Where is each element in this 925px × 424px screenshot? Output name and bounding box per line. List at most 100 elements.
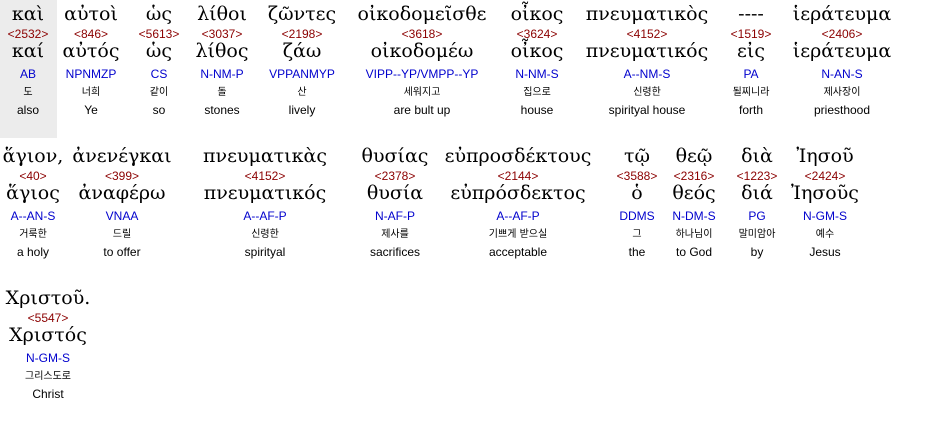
greek-word: οἰκοδομεῖσθε bbox=[357, 3, 487, 25]
english-gloss: a holy bbox=[16, 245, 50, 259]
korean-gloss: 같이 bbox=[149, 87, 169, 98]
lemma-word: εὐπρόσδεκτος bbox=[450, 182, 586, 204]
lemma-word: πνευματικός bbox=[203, 182, 327, 204]
english-gloss: house bbox=[520, 103, 554, 117]
korean-gloss: 제사장이 bbox=[823, 87, 861, 98]
morphology-code: NPNMZP bbox=[65, 67, 117, 81]
english-gloss: stones bbox=[204, 103, 240, 117]
lemma-word: θεός bbox=[672, 182, 716, 204]
verse-row: καὶ <2532> καί AB 도 also αὐτοὶ <846> αὐτός NPNMZP… bbox=[0, 0, 925, 140]
english-gloss: are bult up bbox=[393, 103, 451, 117]
strong-number: <846> bbox=[73, 27, 109, 41]
strong-number: <3037> bbox=[201, 27, 243, 41]
english-gloss: acceptable bbox=[488, 245, 548, 259]
korean-gloss: 그 bbox=[632, 229, 642, 240]
lemma-word: ὡς bbox=[145, 40, 173, 62]
morphology-code: PG bbox=[748, 209, 766, 223]
greek-word: εὐπροσδέκτους bbox=[444, 145, 592, 167]
english-gloss: by bbox=[750, 245, 764, 259]
morphology-code: DDMS bbox=[619, 209, 655, 223]
korean-gloss: 드릴 bbox=[112, 229, 132, 240]
strong-number: <4152> bbox=[244, 169, 286, 183]
greek-word: πνευματικὰς bbox=[203, 145, 327, 167]
korean-gloss: 예수 bbox=[815, 229, 835, 240]
strong-number: <2144> bbox=[497, 169, 539, 183]
strong-number: <1519> bbox=[730, 27, 772, 41]
greek-word: θυσίας bbox=[361, 145, 429, 167]
greek-word: ζῶντες bbox=[267, 3, 337, 25]
korean-gloss: 신령한 bbox=[251, 229, 279, 240]
greek-word: Χριστοῦ. bbox=[5, 287, 91, 309]
english-gloss: to offer bbox=[103, 245, 141, 259]
morphology-code: N-AN-S bbox=[821, 67, 863, 81]
lemma-word: οἶκος bbox=[510, 40, 564, 62]
english-gloss: Christ bbox=[32, 387, 64, 401]
lemma-word: καί bbox=[11, 40, 45, 62]
korean-gloss: 집으로 bbox=[523, 87, 551, 98]
korean-gloss: 제사를 bbox=[381, 229, 409, 240]
strong-number: <40> bbox=[19, 169, 47, 183]
lemma-word: ἅγιος bbox=[6, 182, 60, 204]
korean-gloss: 너희 bbox=[81, 87, 101, 98]
greek-word: ἱεράτευμα bbox=[792, 3, 892, 25]
english-gloss: lively bbox=[288, 103, 316, 117]
morphology-code: VNAA bbox=[105, 209, 139, 223]
korean-gloss: 될찌니라 bbox=[732, 87, 770, 98]
lemma-word: ὁ bbox=[631, 182, 643, 204]
greek-word: αὐτοὶ bbox=[64, 3, 118, 25]
korean-gloss: 신령한 bbox=[633, 87, 661, 98]
morphology-code: CS bbox=[150, 67, 168, 81]
greek-word: θεῷ bbox=[675, 145, 713, 167]
morphology-code: N-NM-P bbox=[200, 67, 244, 81]
greek-word: πνευματικὸς bbox=[585, 3, 709, 25]
greek-word: λίθοι bbox=[197, 3, 247, 25]
strong-number: <2406> bbox=[821, 27, 863, 41]
greek-word: οἶκος bbox=[510, 3, 564, 25]
greek-word: ὡς bbox=[145, 3, 173, 25]
korean-gloss: 돌 bbox=[217, 87, 227, 98]
korean-gloss: 거룩한 bbox=[19, 229, 47, 240]
verse-row: Χριστοῦ. <5547> Χριστός N-GM-S 그리스도로 Christ bbox=[0, 284, 925, 424]
lemma-word: ἱεράτευμα bbox=[792, 40, 892, 62]
morphology-code: A--NM-S bbox=[623, 67, 671, 81]
strong-number: <3588> bbox=[616, 169, 658, 183]
english-gloss: the bbox=[628, 245, 646, 259]
korean-gloss: 산 bbox=[297, 87, 307, 98]
english-gloss: spirityal house bbox=[608, 103, 686, 117]
korean-gloss: 세워지고 bbox=[403, 87, 441, 98]
greek-word: ---- bbox=[738, 3, 764, 25]
english-gloss: Jesus bbox=[809, 245, 841, 259]
lemma-word: αὐτός bbox=[62, 40, 120, 62]
strong-number: <5547> bbox=[27, 311, 69, 325]
korean-gloss: 그리스도로 bbox=[25, 371, 71, 382]
greek-word: καὶ bbox=[11, 3, 45, 25]
greek-word: διὰ bbox=[741, 145, 773, 167]
english-gloss: also bbox=[16, 103, 40, 117]
strong-number: <3618> bbox=[401, 27, 443, 41]
greek-word: ἀνενέγκαι bbox=[72, 145, 172, 167]
morphology-code: VIPP--YP/VMPP--YP bbox=[365, 67, 479, 81]
verse-row: ἅγιον, <40> ἅγιος A--AN-S 거룩한 a holy ἀνενέγκαι… bbox=[0, 142, 925, 282]
lemma-word: ζάω bbox=[282, 40, 322, 62]
english-gloss: spirityal bbox=[244, 245, 286, 259]
english-gloss: forth bbox=[738, 103, 764, 117]
lemma-word: λίθος bbox=[195, 40, 249, 62]
morphology-code: A--AF-P bbox=[243, 209, 287, 223]
lemma-word: Χριστός bbox=[9, 324, 87, 346]
korean-gloss: 말미암아 bbox=[738, 229, 776, 240]
morphology-code: N-DM-S bbox=[672, 209, 716, 223]
lemma-word: διά bbox=[741, 182, 773, 204]
korean-gloss: 기쁘게 받으실 bbox=[488, 229, 548, 240]
strong-number: <2532> bbox=[7, 27, 49, 41]
lemma-word: Ἰησοῦς bbox=[791, 182, 859, 204]
english-gloss: sacrifices bbox=[369, 245, 421, 259]
greek-word: τῷ bbox=[623, 145, 651, 167]
english-gloss: so bbox=[152, 103, 166, 117]
korean-gloss: 하나님이 bbox=[675, 229, 713, 240]
english-gloss: Ye bbox=[84, 103, 98, 117]
strong-number: <2198> bbox=[281, 27, 323, 41]
strong-number: <2424> bbox=[804, 169, 846, 183]
strong-number: <2316> bbox=[673, 169, 715, 183]
korean-gloss: 도 bbox=[23, 87, 33, 98]
lemma-word: πνευματικός bbox=[585, 40, 709, 62]
